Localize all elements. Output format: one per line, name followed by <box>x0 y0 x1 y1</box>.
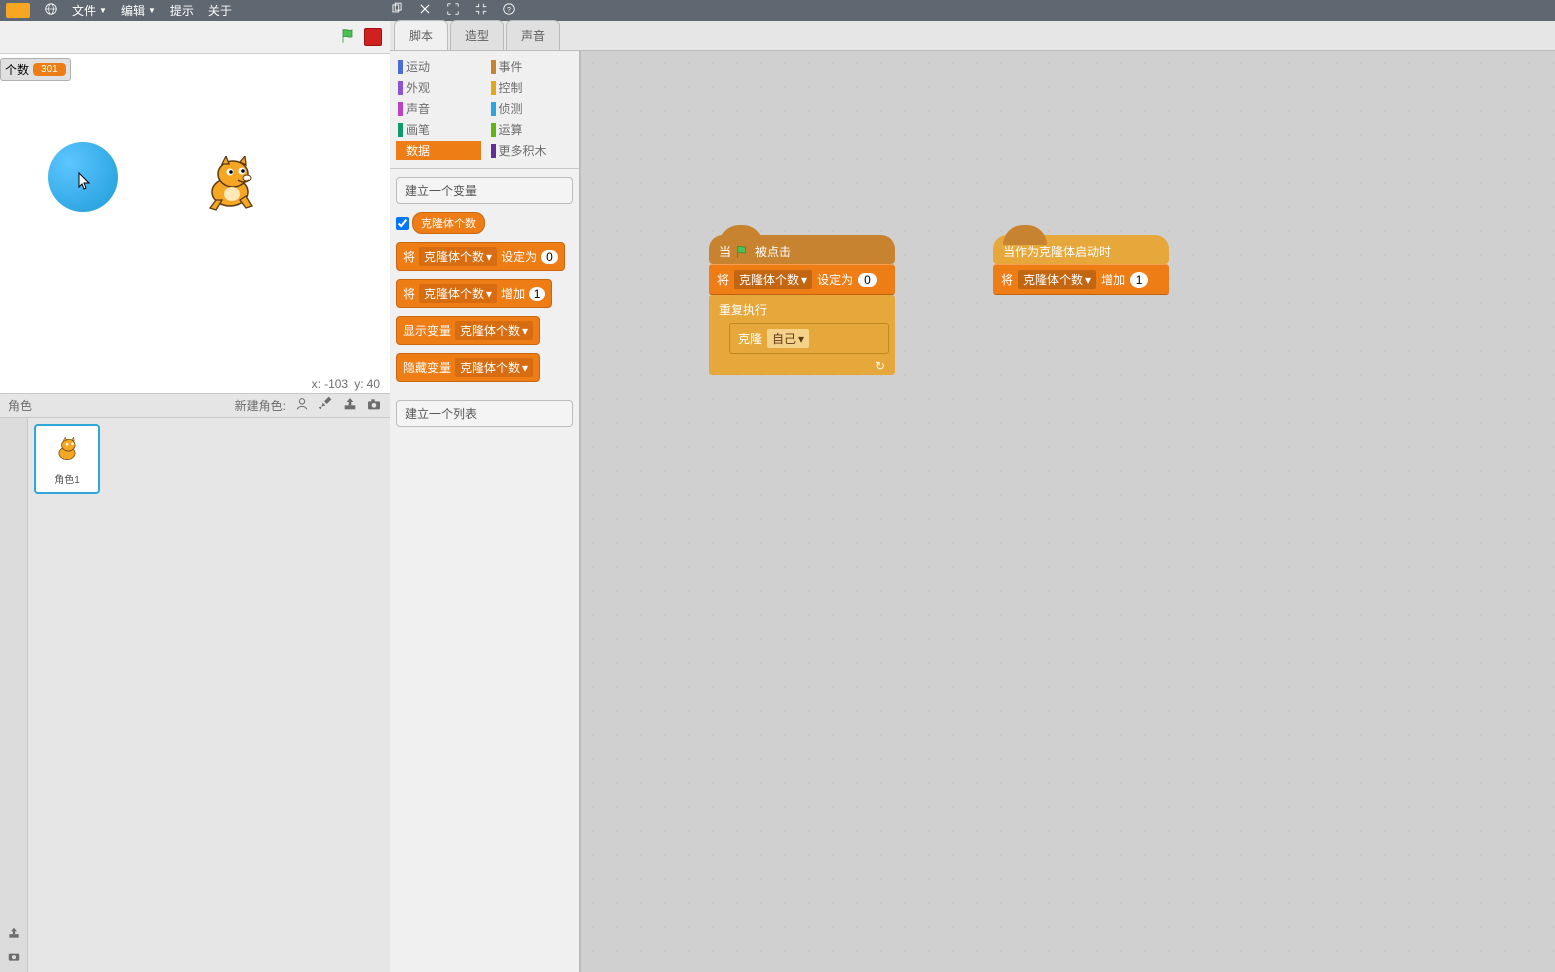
menu-about[interactable]: 关于 <box>208 2 232 19</box>
make-variable-button[interactable]: 建立一个变量 <box>396 177 573 204</box>
sprite-header: 角色 新建角色: <box>0 394 390 418</box>
var-monitor-value: 301 <box>33 63 66 76</box>
sprites-label: 角色 <box>8 397 32 414</box>
scratch-logo[interactable] <box>6 3 30 18</box>
category-control[interactable]: 控制 <box>489 78 574 97</box>
block-set-variable[interactable]: 将克隆体个数▾设定为0 <box>396 242 565 271</box>
stage-thumbnail-strip <box>0 418 28 972</box>
block-when-clone-starts[interactable]: 当作为克隆体启动时 <box>993 235 1169 264</box>
variable-monitor[interactable]: 个数 301 <box>0 58 71 81</box>
block-palette: 运动 事件 外观 控制 声音 侦测 画笔 运算 数据 更多积木 建立一个变量 克… <box>390 51 580 972</box>
category-more[interactable]: 更多积木 <box>489 141 574 160</box>
category-events[interactable]: 事件 <box>489 57 574 76</box>
script-when-clone[interactable]: 当作为克隆体启动时 将克隆体个数▾增加1 <box>993 235 1169 295</box>
block-hide-variable[interactable]: 隐藏变量克隆体个数▾ <box>396 353 540 382</box>
scripts-canvas[interactable]: 当 被点击 将克隆体个数▾设定为0 重复执行 克隆自己▾ <box>580 51 1555 972</box>
shrink-icon[interactable] <box>474 2 488 19</box>
camera-icon[interactable] <box>366 396 382 415</box>
strip-upload-icon[interactable] <box>7 926 21 943</box>
category-sound[interactable]: 声音 <box>396 99 481 118</box>
var-monitor-name: 个数 <box>5 61 29 78</box>
category-motion[interactable]: 运动 <box>396 57 481 76</box>
category-looks[interactable]: 外观 <box>396 78 481 97</box>
grow-icon[interactable] <box>446 2 460 19</box>
block-clone-self[interactable]: 克隆自己▾ <box>729 323 889 354</box>
duplicate-icon[interactable] <box>390 2 404 19</box>
cat-icon <box>53 437 81 464</box>
cursor-icon <box>78 172 92 193</box>
paint-icon[interactable] <box>318 396 334 415</box>
library-icon[interactable] <box>294 396 310 415</box>
menu-tips[interactable]: 提示 <box>170 2 194 19</box>
toolbar: 文件▼ 编辑▼ 提示 关于 ? <box>0 0 1555 21</box>
sprite-name: 角色1 <box>54 471 80 486</box>
svg-text:?: ? <box>507 7 511 14</box>
block-forever[interactable]: 重复执行 克隆自己▾ <box>709 295 895 375</box>
stage-coordinates: x: -103 y: 40 <box>312 377 380 391</box>
category-pen[interactable]: 画笔 <box>396 120 481 139</box>
tab-sounds[interactable]: 声音 <box>506 20 560 50</box>
stop-icon[interactable] <box>364 28 382 46</box>
stage-header <box>0 21 390 54</box>
block-set-var-0[interactable]: 将克隆体个数▾设定为0 <box>709 264 895 295</box>
variable-reporter[interactable]: 克隆体个数 <box>412 212 485 234</box>
globe-icon[interactable] <box>44 2 58 19</box>
make-list-button[interactable]: 建立一个列表 <box>396 400 573 427</box>
category-sensing[interactable]: 侦测 <box>489 99 574 118</box>
green-flag-icon[interactable] <box>340 27 358 48</box>
menu-edit[interactable]: 编辑▼ <box>121 2 156 19</box>
tab-scripts[interactable]: 脚本 <box>394 20 448 50</box>
script-when-flag[interactable]: 当 被点击 将克隆体个数▾设定为0 重复执行 克隆自己▾ <box>709 235 895 375</box>
category-data[interactable]: 数据 <box>396 141 481 160</box>
strip-camera-icon[interactable] <box>7 949 21 966</box>
block-change-variable[interactable]: 将克隆体个数▾增加1 <box>396 279 552 308</box>
tabs: 脚本 造型 声音 <box>390 21 1555 51</box>
delete-icon[interactable] <box>418 2 432 19</box>
var-checkbox[interactable] <box>396 217 409 230</box>
stage[interactable]: 个数 301 <box>0 54 390 394</box>
menu-file[interactable]: 文件▼ <box>72 2 107 19</box>
cat-sprite[interactable] <box>200 156 260 215</box>
block-when-flag-clicked[interactable]: 当 被点击 <box>709 235 895 264</box>
new-sprite-label: 新建角色: <box>235 397 286 414</box>
sprite-list: 角色1 <box>28 418 390 972</box>
upload-icon[interactable] <box>342 396 358 415</box>
tab-costumes[interactable]: 造型 <box>450 20 504 50</box>
sprite-thumbnail[interactable]: 角色1 <box>34 424 100 494</box>
help-icon[interactable]: ? <box>502 2 516 19</box>
category-operators[interactable]: 运算 <box>489 120 574 139</box>
block-show-variable[interactable]: 显示变量克隆体个数▾ <box>396 316 540 345</box>
block-change-var-1[interactable]: 将克隆体个数▾增加1 <box>993 264 1169 295</box>
